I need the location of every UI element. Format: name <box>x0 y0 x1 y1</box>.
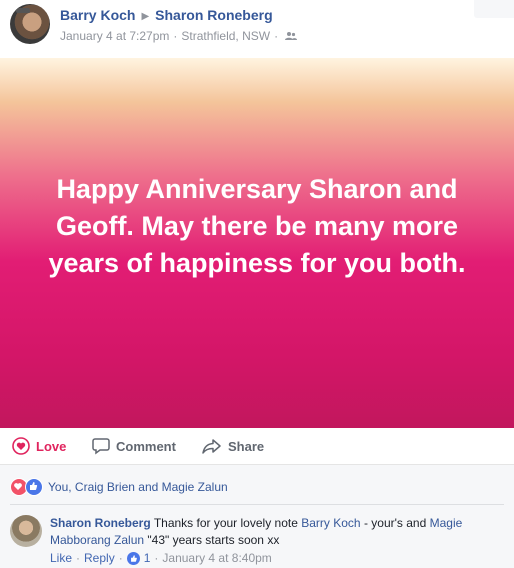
divider <box>10 504 504 505</box>
comment-body: Sharon Roneberg Thanks for your lovely n… <box>50 515 500 549</box>
recipient-name-link[interactable]: Sharon Roneberg <box>155 7 272 23</box>
reactions-summary[interactable]: You, Craig Brien and Magie Zalun <box>10 478 228 496</box>
author-avatar[interactable] <box>10 4 50 44</box>
separator-dot: · <box>76 551 81 565</box>
comment-text-part: Thanks for your lovely note <box>153 516 298 530</box>
post-text: Happy Anniversary Sharon and Geoff. May … <box>48 174 466 278</box>
header-corner <box>474 0 514 18</box>
heart-icon <box>12 437 30 455</box>
post-names: Barry Koch ▶ Sharon Roneberg <box>60 7 273 23</box>
share-button[interactable]: Share <box>202 437 264 455</box>
comment-author-link[interactable]: Sharon Roneberg <box>50 516 151 530</box>
comment-mention-link[interactable]: Barry Koch <box>301 516 360 530</box>
comment-text-part: - your's and <box>363 516 427 530</box>
comment-like-count[interactable]: 1 <box>144 551 151 565</box>
post-location[interactable]: Strathfield, NSW <box>181 29 270 43</box>
like-reaction-icon <box>25 478 43 496</box>
comment-button[interactable]: Comment <box>92 437 176 455</box>
separator-dot: · <box>118 551 123 565</box>
separator-dot: · <box>274 29 279 43</box>
share-icon <box>202 439 221 454</box>
comment-footer: Like · Reply · 1 · January 4 at 8:40pm <box>50 551 272 565</box>
separator-dot: · <box>154 551 159 565</box>
share-label: Share <box>228 438 265 454</box>
separator-dot: · <box>173 29 178 43</box>
commenter-avatar[interactable] <box>10 515 42 547</box>
love-button[interactable]: Love <box>12 437 66 455</box>
post-timestamp[interactable]: January 4 at 7:27pm <box>60 29 169 43</box>
comment-timestamp[interactable]: January 4 at 8:40pm <box>162 551 271 565</box>
feedback-area: You, Craig Brien and Magie Zalun Sharon … <box>0 465 514 568</box>
post-header: Barry Koch ▶ Sharon Roneberg January 4 at … <box>0 0 514 58</box>
comment-text-part: "43" years starts soon xx <box>147 533 280 547</box>
post-meta: January 4 at 7:27pm · Strathfield, NSW · <box>60 29 298 43</box>
friends-icon[interactable] <box>285 31 298 41</box>
comment-reply-link[interactable]: Reply <box>84 551 115 565</box>
comment-like-link[interactable]: Like <box>50 551 72 565</box>
reactions-names: You, Craig Brien and Magie Zalun <box>48 480 228 494</box>
comment-icon <box>92 438 110 455</box>
action-bar: Love Comment Share <box>0 428 514 465</box>
author-name-link[interactable]: Barry Koch <box>60 7 135 23</box>
arrow-right-icon: ▶ <box>141 11 150 22</box>
comment-label: Comment <box>116 438 176 454</box>
love-label: Love <box>36 438 67 454</box>
post-background-image: Happy Anniversary Sharon and Geoff. May … <box>0 58 514 428</box>
like-count-icon <box>126 551 140 565</box>
